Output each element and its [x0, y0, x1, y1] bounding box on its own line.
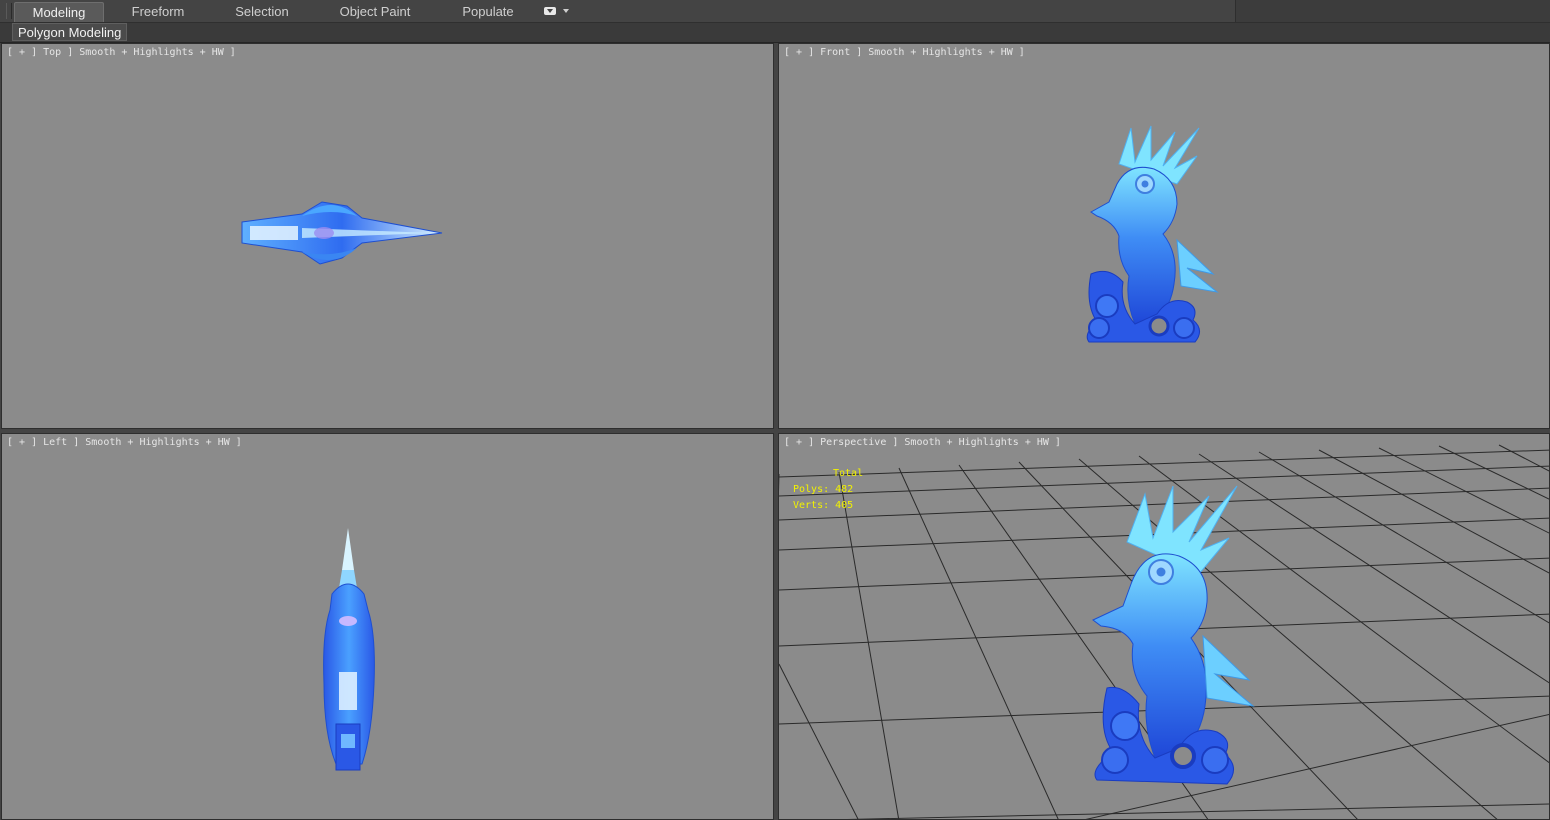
ribbon-options-icon[interactable]	[544, 5, 570, 17]
tab-populate[interactable]: Populate	[448, 2, 528, 22]
viewport-front[interactable]: [ + ] Front ] Smooth + Highlights + HW ]	[778, 43, 1550, 429]
seahorse-model-left-view	[323, 528, 375, 771]
tab-freeform[interactable]: Freeform	[115, 2, 201, 22]
viewport-label-top[interactable]: [ + ] Top ] Smooth + Highlights + HW ]	[7, 47, 236, 58]
ribbon-display-icon	[544, 7, 556, 15]
viewport-left[interactable]: [ + ] Left ] Smooth + Highlights + HW ]	[1, 433, 774, 820]
seahorse-model-top-view	[241, 201, 443, 265]
tab-object-paint[interactable]: Object Paint	[330, 2, 420, 22]
ribbon-panel-bar: Polygon Modeling	[0, 23, 1550, 43]
statistics-overlay: Total Polys: 482 Verts: 405	[793, 466, 863, 514]
viewport-top[interactable]: [ + ] Top ] Smooth + Highlights + HW ]	[1, 43, 774, 429]
ribbon-empty-area	[1235, 0, 1550, 22]
seahorse-model-perspective-view	[1092, 485, 1255, 785]
ribbon-grip[interactable]	[6, 3, 12, 19]
viewport-label-perspective[interactable]: [ + ] Perspective ] Smooth + Highlights …	[784, 437, 1061, 448]
viewport-perspective[interactable]: [ + ] Perspective ] Smooth + Highlights …	[778, 433, 1550, 820]
stats-verts: Verts: 405	[793, 500, 854, 511]
perspective-grid	[779, 444, 1549, 819]
tab-selection[interactable]: Selection	[218, 2, 306, 22]
viewport-label-left[interactable]: [ + ] Left ] Smooth + Highlights + HW ]	[7, 437, 242, 448]
chevron-down-icon	[563, 9, 569, 13]
polygon-modeling-panel[interactable]: Polygon Modeling	[12, 23, 128, 41]
seahorse-model-front-view	[1086, 125, 1219, 343]
viewport-label-front[interactable]: [ + ] Front ] Smooth + Highlights + HW ]	[784, 47, 1025, 58]
stats-title: Total	[833, 468, 864, 479]
stats-polys: Polys: 482	[793, 484, 854, 495]
ribbon-tab-bar: Modeling Freeform Selection Object Paint…	[0, 0, 1550, 23]
tab-modeling[interactable]: Modeling	[14, 2, 104, 22]
